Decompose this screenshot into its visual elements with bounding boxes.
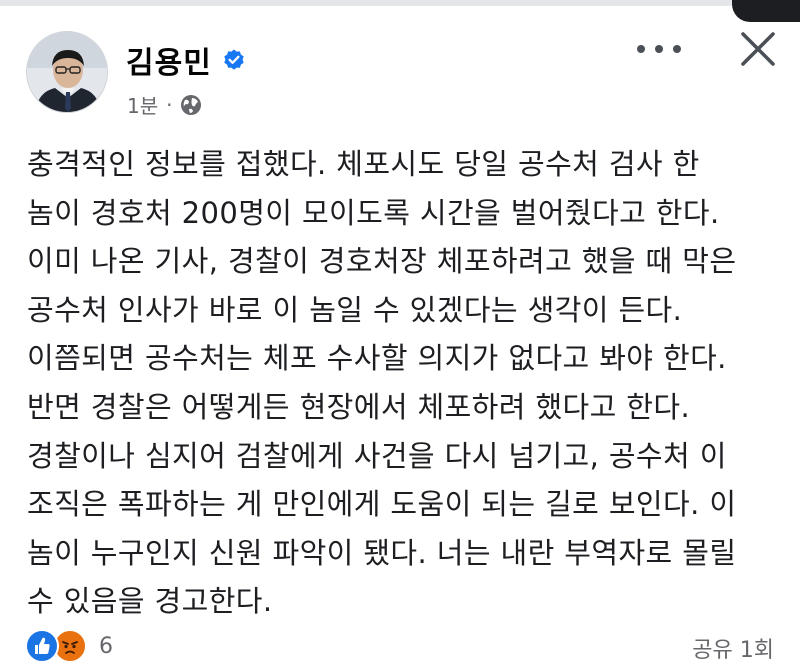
post-text-line: 놈이 경호처 200명이 모이도록 시간을 벌어줬다고 한다. [27, 195, 720, 230]
avatar[interactable] [26, 31, 108, 113]
close-icon[interactable] [737, 28, 779, 70]
verified-badge-icon [224, 49, 244, 70]
post-time[interactable]: 1분 [127, 90, 158, 119]
post-text-line: 이쯤되면 공수처는 체포 수사할 의지가 없다고 봐야 한다. [27, 341, 727, 376]
meta-separator: · [166, 92, 173, 117]
share-count[interactable]: 공유 1회 [692, 632, 774, 664]
top-corner-overlay [732, 0, 800, 22]
post-text-line: 수 있음을 경고한다. [27, 584, 273, 619]
reaction-count[interactable]: 6 [99, 634, 113, 659]
post-text-line: 놈이 누구인지 신원 파악이 됐다. 너는 내란 부역자로 몰릴 [27, 535, 737, 570]
post-header: 김용민 [126, 38, 246, 82]
globe-icon[interactable] [180, 94, 202, 116]
more-options-icon[interactable] [637, 42, 681, 56]
top-strip [0, 0, 800, 6]
reactions-summary[interactable]: 6 [25, 629, 113, 663]
post-meta: 1분 · [127, 90, 202, 119]
post-text-line: 충격적인 정보를 접했다. 체포시도 당일 공수처 검사 한 [27, 147, 700, 181]
more-dot [655, 45, 663, 53]
post-text-line: 공수처 인사가 바로 이 놈일 수 있겠다는 생각이 든다. [27, 292, 683, 327]
post-text-line: 반면 경찰은 어떻게든 현장에서 체포하려 했다고 한다. [27, 389, 691, 424]
post-text: 충격적인 정보를 접했다. 체포시도 당일 공수처 검사 한 놈이 경호처 20… [27, 140, 787, 626]
post-text-line: 이미 나온 기사, 경찰이 경호처장 체포하려고 했을 때 막은 [27, 244, 737, 279]
author-name[interactable]: 김용민 [126, 38, 212, 82]
post-text-line: 경찰이나 심지어 검찰에게 사건을 다시 넘기고, 공수처 이 [27, 438, 727, 473]
more-dot [673, 45, 681, 53]
like-icon [25, 629, 59, 663]
more-dot [637, 45, 645, 53]
post-text-line: 조직은 폭파하는 게 만인에게 도움이 되는 길로 보인다. 이 [27, 487, 737, 522]
